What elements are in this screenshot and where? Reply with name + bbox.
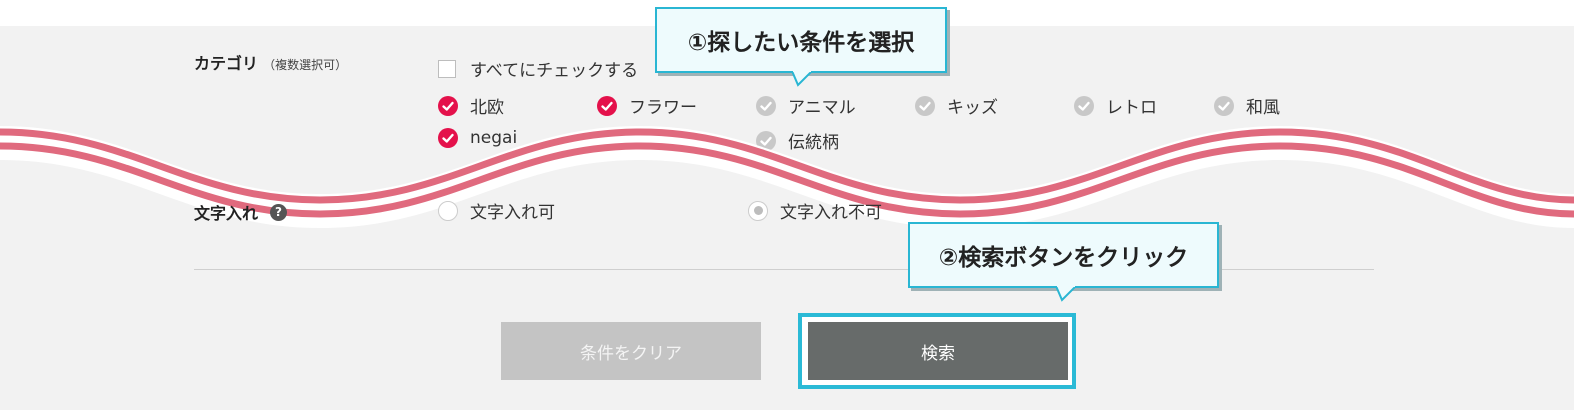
callout-step1-text: ①探したい条件を選択 [687,30,915,56]
radio-button[interactable] [438,200,458,221]
lettering-label-group: 文字入れ ? [194,200,288,224]
callout-step1-pointer [790,71,814,87]
lettering-option-label: 文字入れ可 [470,203,555,223]
callout-step2-text: ②検索ボタンをクリック [938,245,1189,271]
lettering-label: 文字入れ [194,204,259,223]
clear-conditions-button[interactable]: 条件をクリア [501,322,761,380]
search-button[interactable]: 検索 [808,322,1068,380]
category-label: カテゴリ [194,54,259,73]
category-label-group: カテゴリ （複数選択可） [194,50,347,74]
callout-step2-pointer [1054,286,1078,302]
lettering-option-label: 文字入れ不可 [780,203,882,223]
callout-step2: ②検索ボタンをクリック [908,222,1219,288]
check-all-option[interactable]: すべてにチェックする [438,56,638,81]
lettering-option-not-allowed[interactable]: 文字入れ不可 [748,198,882,223]
callout-step1: ①探したい条件を選択 [655,7,947,73]
help-icon[interactable]: ? [270,203,288,221]
lettering-option-allowed[interactable]: 文字入れ可 [438,198,555,223]
radio-button-selected[interactable] [748,200,768,221]
check-all-label: すべてにチェックする [470,61,639,81]
check-all-checkbox[interactable] [438,59,456,78]
category-sub-label: （複数選択可） [263,58,348,72]
